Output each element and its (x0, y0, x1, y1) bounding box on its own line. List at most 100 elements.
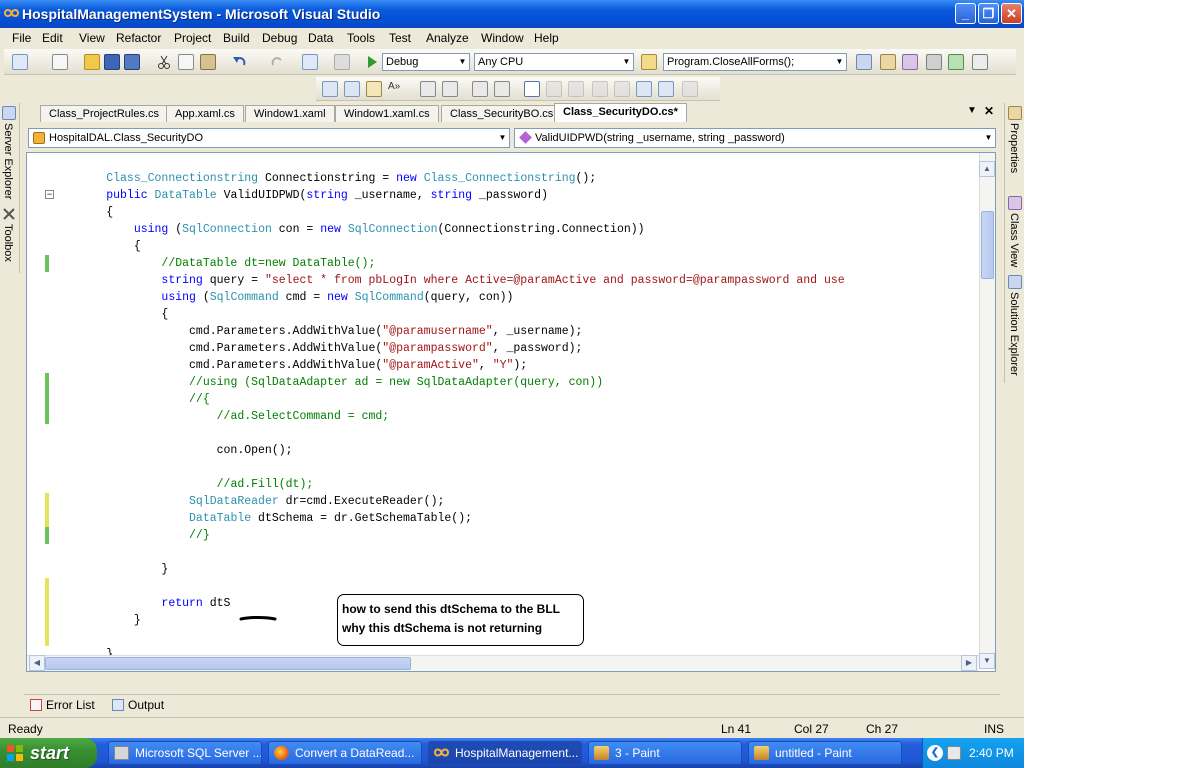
menu-help[interactable]: Help (534, 31, 559, 45)
next-bookmark-icon[interactable] (568, 81, 584, 97)
menu-analyze[interactable]: Analyze (426, 31, 469, 45)
add-item-icon[interactable] (52, 54, 68, 70)
solution-explorer-tab[interactable]: Solution Explorer (1008, 292, 1020, 376)
code-line[interactable]: cmd.Parameters.AddWithValue("@paramusern… (51, 323, 981, 340)
find-in-files-icon[interactable] (641, 54, 657, 70)
undo-icon[interactable] (232, 54, 248, 70)
next-bookmark-in-document-icon[interactable] (658, 81, 674, 97)
code-line[interactable]: //ad.Fill(dt); (51, 476, 981, 493)
code-text[interactable]: Class_Connectionstring Connectionstring … (51, 170, 981, 660)
code-line[interactable] (51, 544, 981, 561)
tab-window1-xaml[interactable]: Window1.xaml (245, 105, 335, 122)
menu-project[interactable]: Project (174, 31, 211, 45)
properties-tab[interactable]: Properties (1008, 123, 1020, 173)
output-tab[interactable]: Output (110, 697, 164, 714)
menu-test[interactable]: Test (389, 31, 411, 45)
redo-icon[interactable] (269, 54, 285, 70)
code-line[interactable]: string query = "select * from pbLogIn wh… (51, 272, 981, 289)
code-line[interactable]: //ad.SelectCommand = cmd; (51, 408, 981, 425)
display-object-members-icon[interactable] (322, 81, 338, 97)
tab-class-securitydo[interactable]: Class_SecurityDO.cs* (554, 103, 687, 122)
menu-edit[interactable]: Edit (42, 31, 63, 45)
menu-file[interactable]: File (12, 31, 31, 45)
comment-out-icon[interactable] (472, 81, 488, 97)
tab-class-projectrules[interactable]: Class_ProjectRules.cs (40, 105, 169, 122)
open-folder-icon[interactable] (84, 54, 100, 70)
error-list-tab[interactable]: Error List (28, 697, 99, 714)
vertical-scroll-thumb[interactable] (981, 211, 994, 279)
code-line[interactable]: } (51, 561, 981, 578)
properties-window-icon[interactable] (880, 54, 896, 70)
code-line[interactable]: //DataTable dt=new DataTable(); (51, 255, 981, 272)
task-visual-studio[interactable]: HospitalManagement... (428, 741, 582, 765)
start-debugging-icon[interactable] (364, 54, 380, 70)
complete-word-icon[interactable]: A» (388, 81, 404, 97)
increase-indent-icon[interactable] (442, 81, 458, 97)
quick-info-icon[interactable] (366, 81, 382, 97)
code-line[interactable]: DataTable dtSchema = dr.GetSchemaTable()… (51, 510, 981, 527)
scroll-down-icon[interactable]: ▼ (979, 653, 995, 669)
solution-configuration-dropdown[interactable]: Debug ▼ (382, 53, 470, 71)
find-combo[interactable]: Program.CloseAllForms(); ▼ (663, 53, 847, 71)
members-dropdown[interactable]: ValidUIDPWD(string _username, string _pa… (514, 128, 996, 148)
object-browser-icon[interactable] (902, 54, 918, 70)
save-all-icon[interactable] (124, 54, 140, 70)
new-project-icon[interactable] (12, 54, 28, 70)
previous-bookmark-icon[interactable] (546, 81, 562, 97)
close-document-icon[interactable]: ✕ (984, 104, 994, 118)
menu-data[interactable]: Data (308, 31, 333, 45)
other-windows-icon[interactable] (972, 54, 988, 70)
menu-window[interactable]: Window (481, 31, 524, 45)
code-line[interactable]: cmd.Parameters.AddWithValue("@parampassw… (51, 340, 981, 357)
tab-window1-xaml-cs[interactable]: Window1.xaml.cs (335, 105, 439, 122)
start-button[interactable]: start (0, 738, 97, 768)
navigate-backward-icon[interactable] (302, 54, 318, 70)
clear-bookmarks-icon[interactable] (682, 81, 698, 97)
active-files-dropdown-icon[interactable]: ▼ (967, 105, 977, 116)
decrease-indent-icon[interactable] (420, 81, 436, 97)
code-line[interactable]: //using (SqlDataAdapter ad = new SqlData… (51, 374, 981, 391)
maximize-button[interactable]: ❐ (978, 3, 999, 24)
task-paint-3[interactable]: 3 - Paint (588, 741, 742, 765)
code-line[interactable]: Class_Connectionstring Connectionstring … (51, 170, 981, 187)
code-line[interactable]: SqlDataReader dr=cmd.ExecuteReader(); (51, 493, 981, 510)
uncomment-icon[interactable] (494, 81, 510, 97)
code-line[interactable]: public DataTable ValidUIDPWD(string _use… (51, 187, 981, 204)
previous-bookmark-in-document-icon[interactable] (636, 81, 652, 97)
code-line[interactable]: cmd.Parameters.AddWithValue("@paramActiv… (51, 357, 981, 374)
menu-debug[interactable]: Debug (262, 31, 297, 45)
code-line[interactable]: { (51, 306, 981, 323)
class-view-tab[interactable]: Class View (1008, 213, 1020, 267)
solution-explorer-icon[interactable] (856, 54, 872, 70)
code-line[interactable] (51, 459, 981, 476)
scroll-left-icon[interactable]: ◀ (29, 655, 45, 671)
toggle-bookmark-icon[interactable] (524, 81, 540, 97)
code-line[interactable]: using (SqlCommand cmd = new SqlCommand(q… (51, 289, 981, 306)
code-line[interactable]: //{ (51, 391, 981, 408)
toolbox-tab[interactable]: Toolbox (2, 224, 14, 262)
parameter-info-icon[interactable] (344, 81, 360, 97)
toolbox-icon[interactable] (926, 54, 942, 70)
paste-icon[interactable] (200, 54, 216, 70)
start-page-icon[interactable] (948, 54, 964, 70)
navigate-forward-icon[interactable] (334, 54, 350, 70)
types-dropdown[interactable]: HospitalDAL.Class_SecurityDO ▼ (28, 128, 510, 148)
horizontal-scroll-thumb[interactable] (45, 657, 411, 670)
menu-tools[interactable]: Tools (347, 31, 375, 45)
close-button[interactable]: ✕ (1001, 3, 1022, 24)
scroll-up-icon[interactable]: ▲ (979, 161, 995, 177)
messenger-icon[interactable] (947, 746, 961, 760)
scroll-right-icon[interactable]: ▶ (961, 655, 977, 671)
vertical-scrollbar[interactable]: ▲ ▼ (979, 153, 995, 669)
task-firefox[interactable]: Convert a DataRead... (268, 741, 422, 765)
horizontal-scrollbar[interactable]: ◀ ▶ (27, 655, 979, 671)
server-explorer-tab[interactable]: Server Explorer (2, 123, 14, 199)
code-line[interactable]: { (51, 238, 981, 255)
code-line[interactable] (51, 578, 981, 595)
minimize-button[interactable]: _ (955, 3, 976, 24)
code-line[interactable] (51, 425, 981, 442)
menu-refactor[interactable]: Refactor (116, 31, 161, 45)
next-bookmark-in-folder-icon[interactable] (614, 81, 630, 97)
copy-icon[interactable] (178, 54, 194, 70)
task-paint-untitled[interactable]: untitled - Paint (748, 741, 902, 765)
